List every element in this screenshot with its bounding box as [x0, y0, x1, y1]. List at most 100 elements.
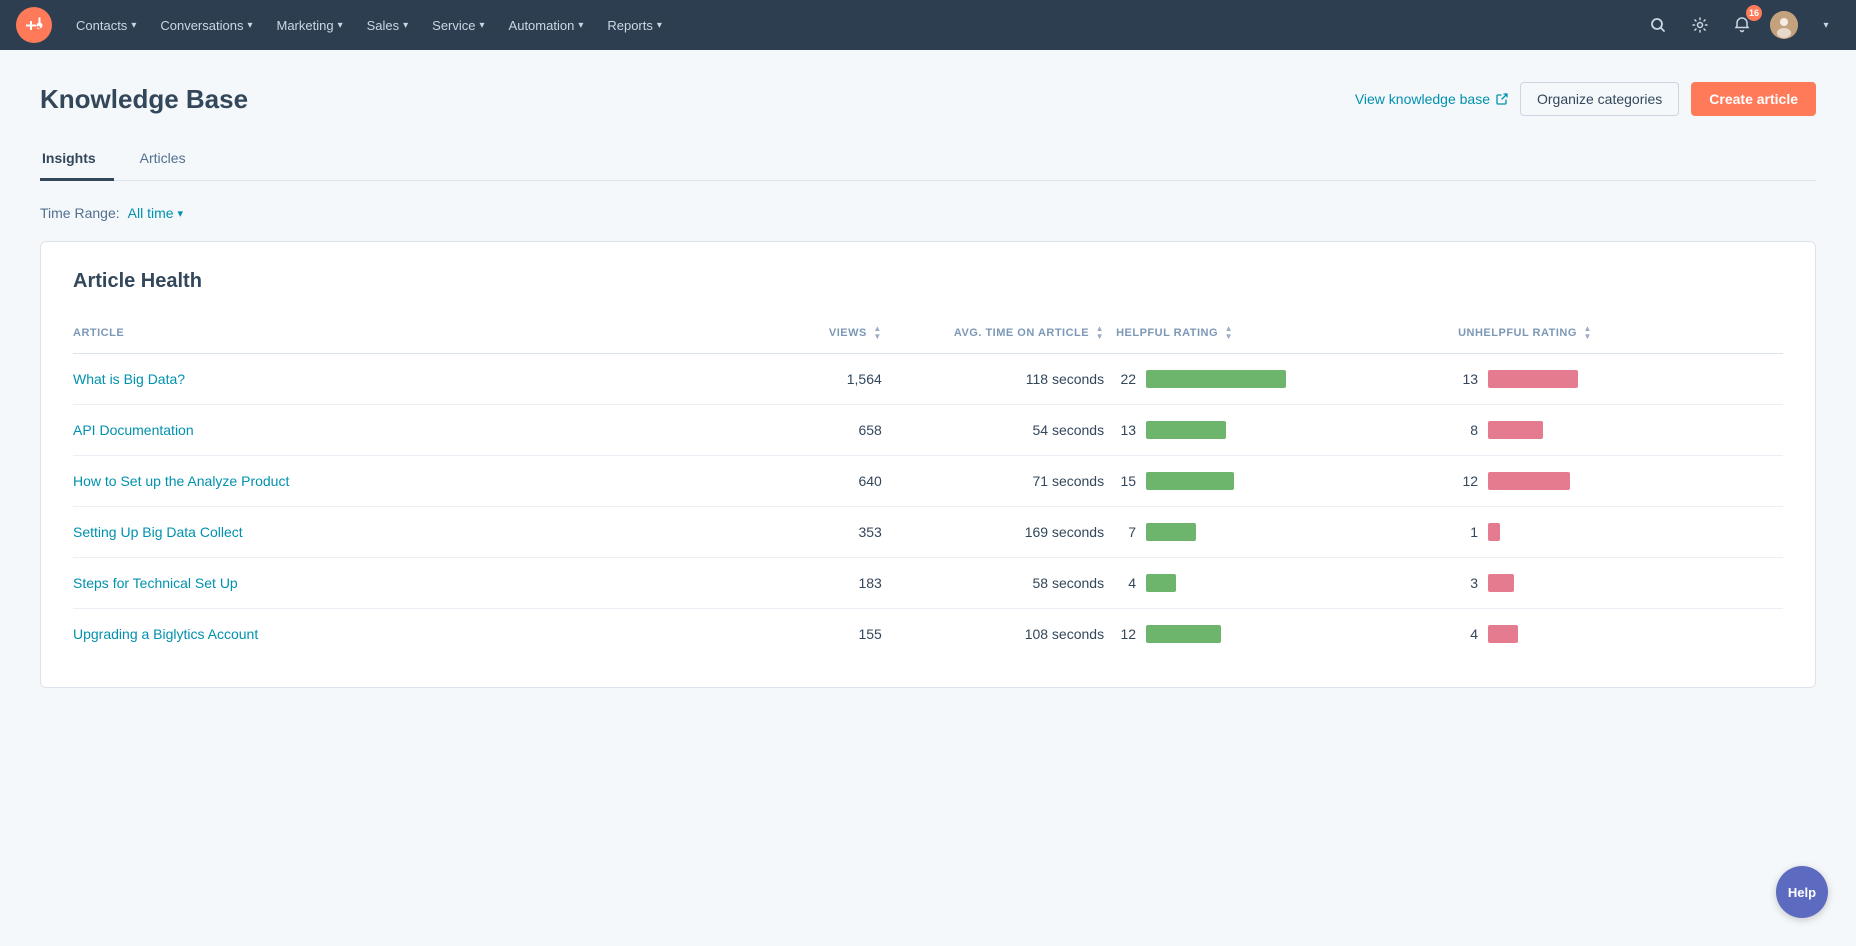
unhelpful-count: 3	[1458, 575, 1478, 591]
table-row: How to Set up the Analyze Product 640 71…	[73, 456, 1783, 507]
col-header-avgtime[interactable]: Avg. Time on Article ▲▼	[894, 317, 1116, 354]
nav-item-automation[interactable]: Automation ▾	[497, 0, 596, 50]
nav-item-reports[interactable]: Reports ▾	[595, 0, 674, 50]
helpful-count: 12	[1116, 626, 1136, 642]
hubspot-logo[interactable]	[16, 7, 52, 43]
unhelpful-count: 8	[1458, 422, 1478, 438]
chevron-down-icon: ▾	[131, 20, 136, 31]
search-button[interactable]	[1644, 11, 1672, 39]
views-cell: 1,564	[723, 354, 894, 405]
sort-icon: ▲▼	[1096, 325, 1104, 341]
unhelpful-rating-cell: 1	[1458, 507, 1783, 558]
unhelpful-count: 4	[1458, 626, 1478, 642]
table-row: Steps for Technical Set Up 183 58 second…	[73, 558, 1783, 609]
unhelpful-rating-cell: 3	[1458, 558, 1783, 609]
avgtime-cell: 118 seconds	[894, 354, 1116, 405]
sort-icon: ▲▼	[1225, 325, 1233, 341]
organize-categories-button[interactable]: Organize categories	[1520, 82, 1679, 116]
view-knowledge-base-link[interactable]: View knowledge base	[1355, 91, 1508, 107]
help-button[interactable]: Help	[1776, 866, 1828, 918]
unhelpful-count: 1	[1458, 524, 1478, 540]
chevron-down-icon: ▾	[578, 20, 583, 31]
helpful-count: 4	[1116, 575, 1136, 591]
nav-item-sales[interactable]: Sales ▾	[355, 0, 421, 50]
user-menu-chevron[interactable]: ▾	[1812, 11, 1840, 39]
chevron-down-icon: ▾	[657, 20, 662, 31]
time-range-select[interactable]: All time ▾	[128, 205, 183, 221]
chevron-down-icon: ▾	[403, 20, 408, 31]
nav-item-marketing[interactable]: Marketing ▾	[264, 0, 354, 50]
unhelpful-bar	[1488, 421, 1543, 439]
article-link[interactable]: What is Big Data?	[73, 371, 185, 387]
helpful-bar	[1146, 472, 1234, 490]
table-row: What is Big Data? 1,564 118 seconds 22 1…	[73, 354, 1783, 405]
helpful-bar	[1146, 523, 1196, 541]
unhelpful-rating-cell: 13	[1458, 354, 1783, 405]
unhelpful-rating-cell: 8	[1458, 405, 1783, 456]
table-row: Upgrading a Biglytics Account 155 108 se…	[73, 609, 1783, 660]
helpful-count: 22	[1116, 371, 1136, 387]
helpful-rating-cell: 7	[1116, 507, 1458, 558]
avgtime-cell: 169 seconds	[894, 507, 1116, 558]
create-article-button[interactable]: Create article	[1691, 82, 1816, 116]
helpful-rating-cell: 13	[1116, 405, 1458, 456]
sort-icon: ▲▼	[873, 325, 881, 341]
nav-item-conversations[interactable]: Conversations ▾	[148, 0, 264, 50]
helpful-bar	[1146, 421, 1226, 439]
unhelpful-rating-cell: 12	[1458, 456, 1783, 507]
chevron-down-icon: ▾	[247, 20, 252, 31]
helpful-bar	[1146, 574, 1176, 592]
nav-items: Contacts ▾ Conversations ▾ Marketing ▾ S…	[64, 0, 1644, 50]
card-title: Article Health	[73, 270, 1783, 293]
chevron-down-icon: ▾	[178, 207, 184, 220]
helpful-rating-cell: 15	[1116, 456, 1458, 507]
col-header-article: Article	[73, 317, 723, 354]
unhelpful-bar	[1488, 625, 1518, 643]
unhelpful-rating-cell: 4	[1458, 609, 1783, 660]
helpful-rating-cell: 12	[1116, 609, 1458, 660]
tab-insights[interactable]: Insights	[40, 140, 114, 181]
article-link[interactable]: How to Set up the Analyze Product	[73, 473, 289, 489]
helpful-count: 13	[1116, 422, 1136, 438]
views-cell: 353	[723, 507, 894, 558]
unhelpful-bar	[1488, 370, 1578, 388]
article-link[interactable]: API Documentation	[73, 422, 194, 438]
page-title: Knowledge Base	[40, 84, 248, 115]
col-header-helpful[interactable]: Helpful Rating ▲▼	[1116, 317, 1458, 354]
helpful-rating-cell: 22	[1116, 354, 1458, 405]
nav-right-actions: 16 ▾	[1644, 11, 1840, 39]
article-health-table: Article Views ▲▼ Avg. Time on Article ▲▼…	[73, 317, 1783, 659]
notification-count: 16	[1746, 5, 1762, 21]
helpful-count: 7	[1116, 524, 1136, 540]
chevron-down-icon: ▾	[480, 20, 485, 31]
article-health-card: Article Health Article Views ▲▼ Avg. Tim…	[40, 241, 1816, 688]
helpful-rating-cell: 4	[1116, 558, 1458, 609]
sort-icon: ▲▼	[1583, 325, 1591, 341]
helpful-bar	[1146, 370, 1286, 388]
unhelpful-bar	[1488, 523, 1500, 541]
unhelpful-bar	[1488, 472, 1570, 490]
user-avatar[interactable]	[1770, 11, 1798, 39]
table-row: API Documentation 658 54 seconds 13 8	[73, 405, 1783, 456]
settings-button[interactable]	[1686, 11, 1714, 39]
unhelpful-count: 12	[1458, 473, 1478, 489]
helpful-count: 15	[1116, 473, 1136, 489]
article-link[interactable]: Setting Up Big Data Collect	[73, 524, 243, 540]
col-header-views[interactable]: Views ▲▼	[723, 317, 894, 354]
nav-item-service[interactable]: Service ▾	[420, 0, 496, 50]
tabs-bar: Insights Articles	[40, 140, 1816, 181]
content-area: Time Range: All time ▾ Article Health Ar…	[40, 181, 1816, 688]
time-range-bar: Time Range: All time ▾	[40, 205, 1816, 221]
article-link[interactable]: Steps for Technical Set Up	[73, 575, 238, 591]
top-navigation: Contacts ▾ Conversations ▾ Marketing ▾ S…	[0, 0, 1856, 50]
tab-articles[interactable]: Articles	[138, 140, 204, 181]
unhelpful-count: 13	[1458, 371, 1478, 387]
nav-item-contacts[interactable]: Contacts ▾	[64, 0, 148, 50]
views-cell: 155	[723, 609, 894, 660]
time-range-label: Time Range:	[40, 205, 120, 221]
notifications-button[interactable]: 16	[1728, 11, 1756, 39]
avgtime-cell: 108 seconds	[894, 609, 1116, 660]
avgtime-cell: 71 seconds	[894, 456, 1116, 507]
article-link[interactable]: Upgrading a Biglytics Account	[73, 626, 258, 642]
col-header-unhelpful[interactable]: Unhelpful Rating ▲▼	[1458, 317, 1783, 354]
